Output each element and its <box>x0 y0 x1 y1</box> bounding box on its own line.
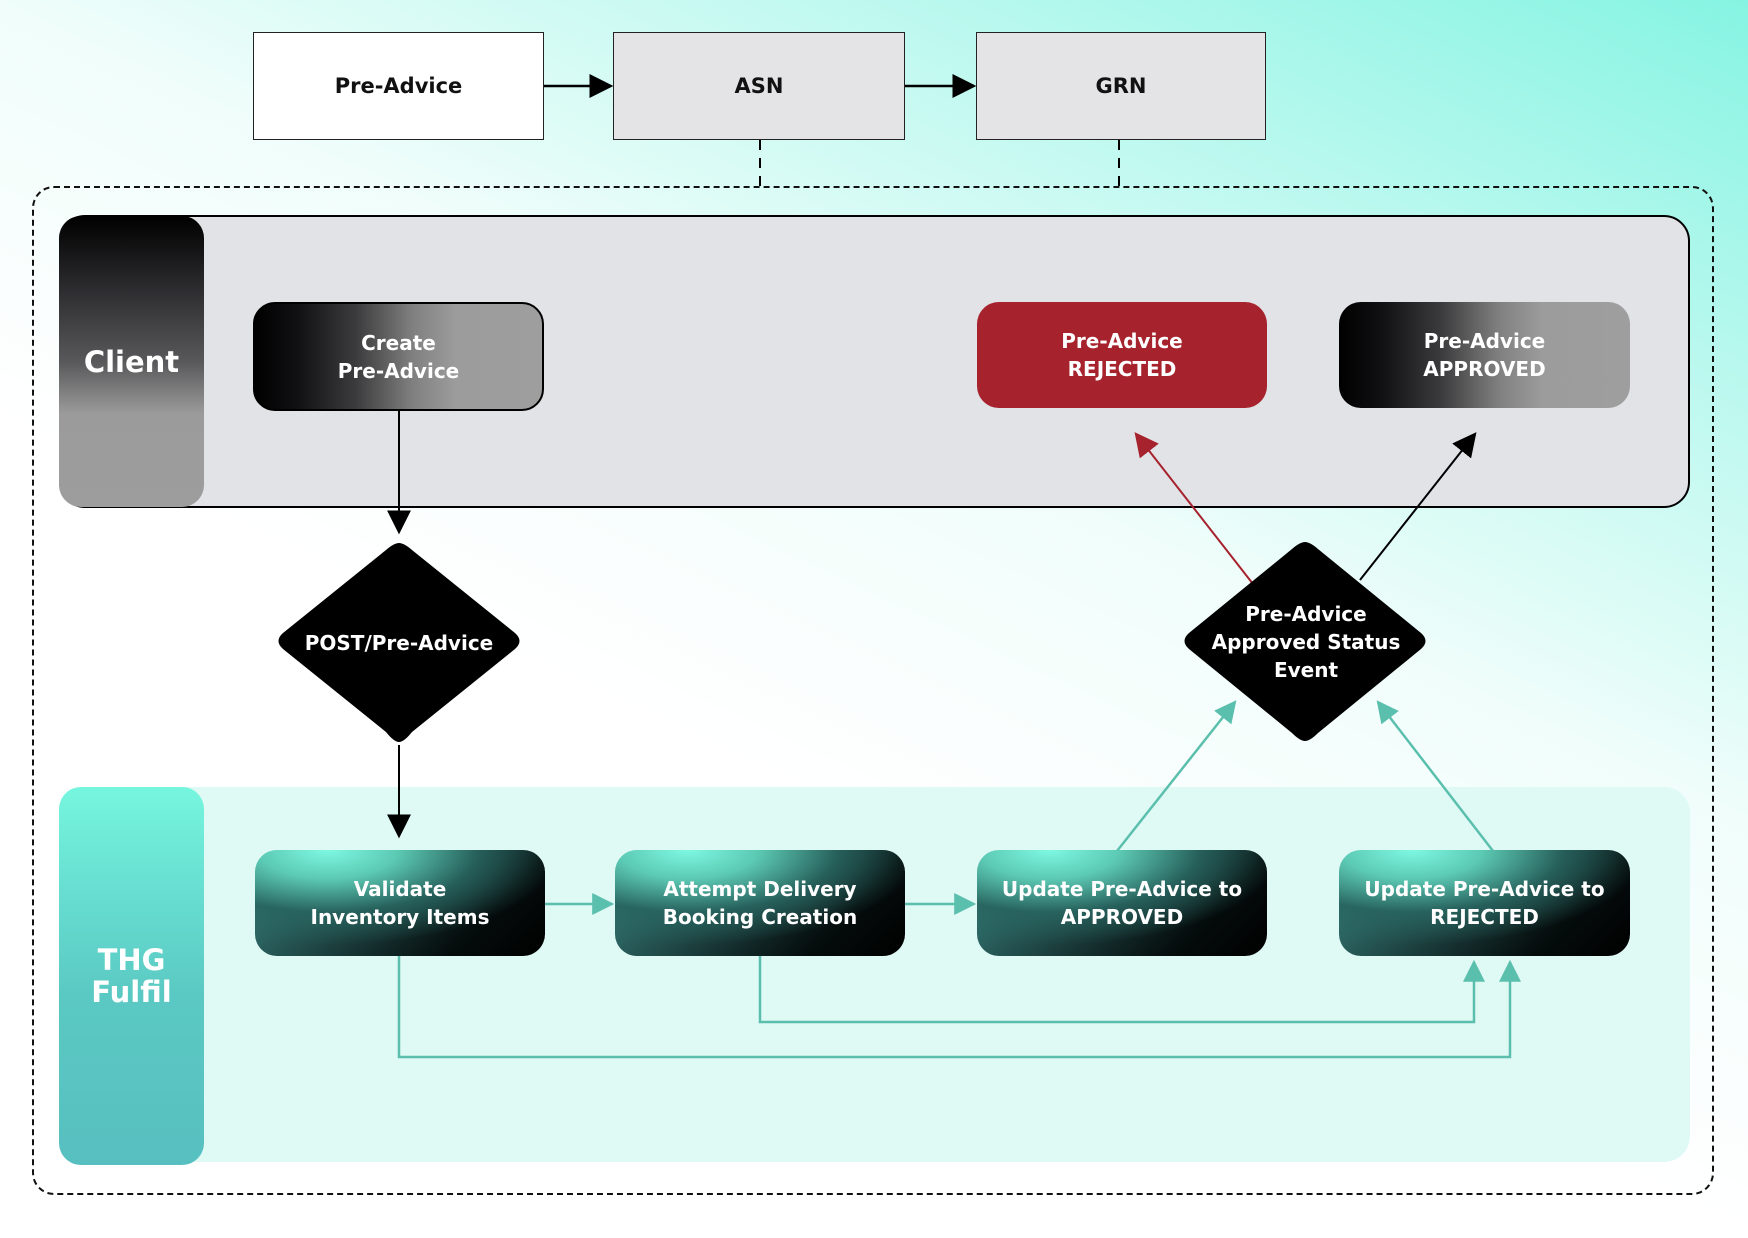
connectors-layer <box>278 74 1521 1059</box>
decision-post-pre-advice-label: POST/Pre-Advice <box>304 631 494 655</box>
decision-approved-status-event-label: Pre-Advice Approved Status Event <box>1211 602 1401 682</box>
node-update-to-rejected[interactable]: Update Pre-Advice to REJECTED <box>1339 850 1630 956</box>
node-pre-advice-rejected[interactable]: Pre-Advice REJECTED <box>977 302 1267 408</box>
node-update-to-rejected-label: Update Pre-Advice to REJECTED <box>1364 877 1605 929</box>
node-pre-advice-approved-label: Pre-Advice APPROVED <box>1423 329 1546 381</box>
decision-post-pre-advice[interactable]: POST/Pre-Advice <box>275 543 523 743</box>
node-pre-advice-rejected-label: Pre-Advice REJECTED <box>1061 329 1183 381</box>
node-update-to-approved-label: Update Pre-Advice to APPROVED <box>1001 877 1243 929</box>
node-validate-inventory[interactable]: Validate Inventory Items <box>255 850 545 956</box>
node-pre-advice-approved[interactable]: Pre-Advice APPROVED <box>1339 302 1630 408</box>
node-validate-inventory-label: Validate Inventory Items <box>310 877 490 929</box>
node-attempt-delivery-booking-label: Attempt Delivery Booking Creation <box>662 877 858 929</box>
node-create-pre-advice[interactable]: Create Pre-Advice <box>253 302 544 411</box>
arrow-attempt-to-update-rejected <box>758 955 1485 1024</box>
arrow-validate-to-update-rejected <box>397 955 1521 1059</box>
node-create-pre-advice-label: Create Pre-Advice <box>337 330 460 383</box>
decision-approved-status-event[interactable]: Pre-Advice Approved Status Event <box>1182 542 1430 742</box>
node-update-to-approved[interactable]: Update Pre-Advice to APPROVED <box>977 850 1267 956</box>
node-attempt-delivery-booking[interactable]: Attempt Delivery Booking Creation <box>615 850 905 956</box>
